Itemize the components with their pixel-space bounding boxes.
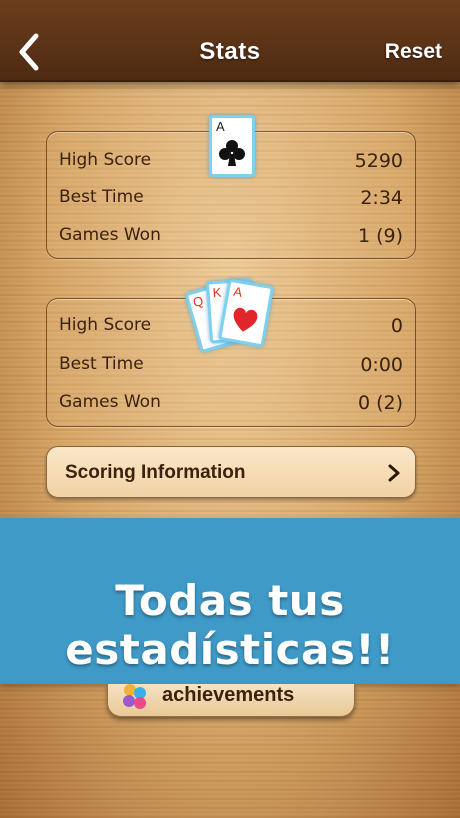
stat-value: 1 (9): [357, 225, 403, 247]
card-rank: K: [212, 284, 222, 301]
heart-suit-icon: [233, 307, 258, 332]
ace-of-hearts-card: A: [217, 278, 275, 348]
stat-label: Games Won: [59, 225, 161, 245]
card-rank: A: [232, 283, 244, 300]
card-rank: A: [216, 119, 225, 134]
promo-banner: Todas tus estadísticas!!: [0, 518, 460, 684]
game-center-icon: [123, 684, 146, 709]
card-rank: Q: [191, 292, 206, 311]
promo-banner-text: Todas tus estadísticas!!: [65, 576, 395, 674]
stat-label: High Score: [59, 150, 152, 170]
stat-row: Best Time 2:34: [59, 183, 403, 213]
top-bar: Stats Reset: [0, 0, 460, 82]
stat-label: Games Won: [59, 392, 161, 412]
achievements-label: achievements: [162, 684, 295, 706]
scoring-information-label: Scoring Information: [65, 462, 246, 483]
stat-value: 5290: [354, 150, 403, 172]
achievements-button[interactable]: achievements: [107, 684, 355, 717]
stat-value: 2:34: [360, 187, 403, 209]
scoring-information-button[interactable]: Scoring Information: [46, 446, 416, 498]
stat-value: 0: [390, 315, 403, 337]
stat-value: 0 (2): [357, 392, 403, 414]
stat-row: Games Won 0 (2): [59, 388, 403, 418]
stat-row: Best Time 0:00: [59, 350, 403, 380]
ace-of-clubs-card: A: [209, 115, 255, 177]
stat-label: Best Time: [59, 187, 144, 207]
club-suit-icon: [219, 140, 245, 166]
stat-label: High Score: [59, 315, 152, 335]
stat-label: Best Time: [59, 354, 144, 374]
stat-row: Games Won 1 (9): [59, 221, 403, 251]
stat-value: 0:00: [360, 354, 403, 376]
card-fan: Q K A: [184, 278, 275, 354]
reset-button[interactable]: Reset: [385, 40, 442, 64]
chevron-right-icon: [388, 464, 400, 482]
